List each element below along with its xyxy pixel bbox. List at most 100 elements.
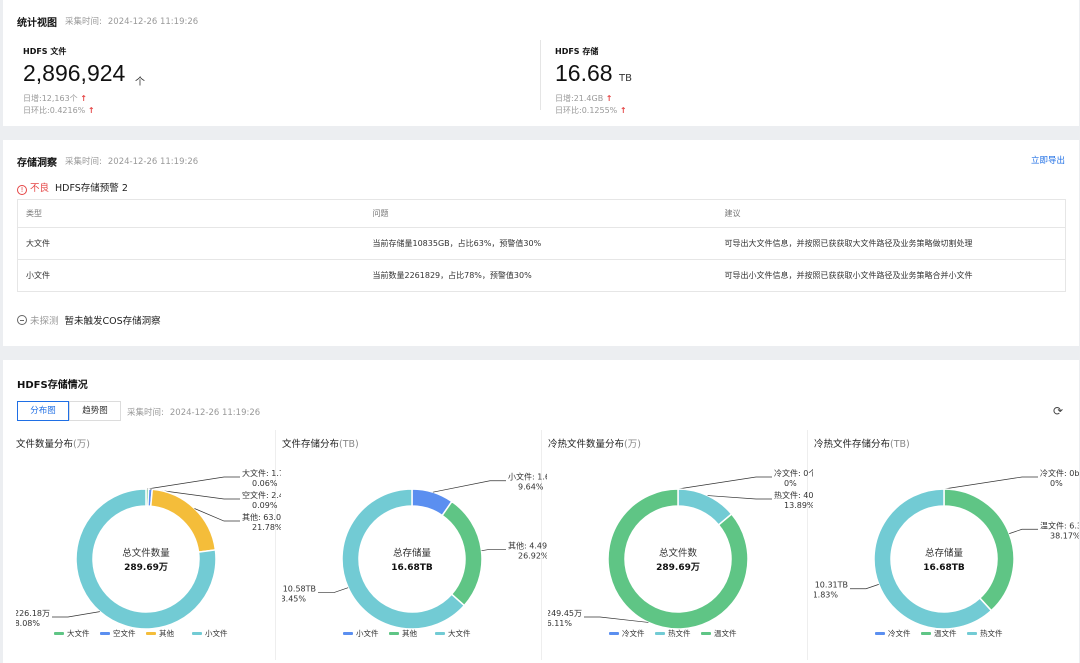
legend-item[interactable]: 小文件 [343, 628, 379, 638]
hdfs-timestamp: 采集时间: 2024-12-26 11:19:26 [127, 408, 261, 418]
legend-swatch [389, 632, 399, 635]
legend-item[interactable]: 其他 [389, 628, 417, 638]
legend-label: 其他 [402, 628, 417, 638]
legend-swatch [655, 632, 665, 635]
legend-swatch [967, 632, 977, 635]
minus-circle-icon [17, 315, 27, 325]
legend-item[interactable]: 小文件 [192, 628, 228, 638]
hdfs-files-unit: 个 [135, 77, 145, 88]
up-arrow-icon: ↑ [605, 94, 613, 103]
refresh-icon[interactable]: ⟳ [1053, 404, 1063, 418]
cos-insight-line: 未探测 暂未触发COS存储洞察 [17, 313, 161, 327]
legend-item[interactable]: 温文件 [701, 628, 737, 638]
legend-item[interactable]: 热文件 [967, 628, 1003, 638]
legend-label: 热文件 [980, 628, 1003, 638]
legend-swatch [875, 632, 885, 635]
slice-label-value: 其他: 4.49TB [508, 540, 547, 550]
slice-label-percent: 38.17% [1050, 531, 1079, 540]
donut-slice[interactable] [677, 488, 733, 526]
legend-label: 空文件 [113, 628, 136, 638]
cell-issue: 当前数量2261829，占比78%，预警值30% [364, 259, 717, 292]
slice-label-percent: 0.06% [252, 479, 278, 488]
warning-line: ! 不良 HDFS存储预警 2 [17, 180, 128, 195]
legend-swatch [192, 632, 202, 635]
donut-center-label: 总存储量 [393, 547, 432, 559]
label-leader-line [318, 587, 349, 593]
chart-hotcold-count: 冷文件: 0个0% 热文件: 40.24万13.89% 温文件: 249.45万86… [548, 432, 813, 657]
chart-hotcold-storage: 冷文件: 0byte0% 温文件: 6.37TB38.17% 热文件: 10.31T… [814, 432, 1079, 657]
donut-center-value: 16.68TB [391, 563, 433, 573]
tab-distribution[interactable]: 分布图 [17, 401, 69, 421]
table-row: 大文件 当前存储量10835GB，占比63%，预警值30% 可导出大文件信息，并… [17, 227, 1066, 260]
legend-item[interactable]: 热文件 [655, 628, 691, 638]
chart-file-storage: 小文件: 1.61TB9.64% 其他: 4.49TB26.92% 大文件: 10.… [282, 432, 547, 657]
slice-label-value: 冷文件: 0byte [1040, 468, 1079, 478]
hdfs-files-value: 2,896,924 [23, 60, 126, 86]
hdfs-storage-card: HDFS存储情况 分布图 趋势图 采集时间: 2024-12-26 11:19:2… [3, 360, 1079, 663]
label-leader-line [943, 476, 1038, 490]
donut-center-value: 16.68TB [923, 563, 965, 573]
donut-center-value: 289.69万 [124, 562, 168, 573]
legend-item[interactable]: 空文件 [100, 628, 136, 638]
legend-item[interactable]: 温文件 [921, 628, 957, 638]
overview-divider [540, 40, 541, 110]
donut-slice[interactable] [441, 500, 483, 607]
tab-trend[interactable]: 趋势图 [69, 401, 121, 421]
chart-title: 文件存储分布(TB) [282, 439, 359, 450]
hdfs-files-label: HDFS 文件 [23, 47, 67, 56]
legend-label: 冷文件 [622, 628, 645, 638]
legend-label: 温文件 [934, 628, 957, 638]
hdfs-files-daily-inc: 日增:12,163个 ↑ [23, 94, 87, 103]
legend-swatch [921, 632, 931, 635]
column-header-issue: 问题 [364, 199, 717, 228]
view-tabs: 分布图 趋势图 [17, 401, 121, 421]
legend-item[interactable]: 大文件 [435, 628, 471, 638]
donut-slice[interactable] [149, 488, 217, 553]
overview-title: 统计视图 [17, 18, 57, 29]
chart-title: 冷热文件数量分布(万) [548, 439, 641, 450]
slice-label-percent: 0% [784, 479, 797, 488]
slice-label-value: 温文件: 249.45万 [548, 608, 582, 618]
insight-title: 存储洞察 [17, 158, 57, 169]
slice-label-value: 小文件: 226.18万 [16, 608, 50, 618]
export-link[interactable]: 立即导出 [1031, 154, 1065, 166]
label-leader-line [850, 584, 879, 590]
chart-title: 冷热文件存储分布(TB) [814, 439, 910, 450]
chart-title: 文件数量分布(万) [16, 439, 90, 450]
cell-suggestion: 可导出小文件信息，并按照已获获取小文件路径及业务策略合并小文件 [716, 259, 1066, 292]
legend-item[interactable]: 大文件 [54, 628, 90, 638]
slice-label-percent: 0% [1050, 479, 1063, 488]
slice-label-percent: 86.11% [548, 619, 572, 628]
warning-status: 不良 [30, 183, 50, 194]
hdfs-storage-title: HDFS存储情况 [17, 380, 88, 391]
cell-type: 大文件 [17, 227, 365, 260]
alert-circle-icon: ! [17, 185, 27, 195]
cell-issue: 当前存储量10835GB，占比63%，预警值30% [364, 227, 717, 260]
slice-label-value: 热文件: 40.24万 [774, 490, 813, 500]
up-arrow-icon: ↑ [619, 106, 627, 115]
legend-item[interactable]: 冷文件 [875, 628, 911, 638]
legend-label: 大文件 [67, 628, 90, 638]
cell-type: 小文件 [17, 259, 365, 292]
legend-label: 小文件 [356, 628, 379, 638]
cell-suggestion: 可导出大文件信息，并按照已获获取大文件路径及业务策略做切割处理 [716, 227, 1066, 260]
slice-label-value: 热文件: 10.31TB [814, 580, 848, 590]
legend-swatch [54, 632, 64, 635]
column-header-type: 类型 [17, 199, 365, 228]
donut-center-label: 总存储量 [925, 547, 964, 559]
slice-label-value: 大文件: 10.58TB [282, 584, 316, 594]
label-leader-line [677, 476, 772, 490]
hdfs-storage-unit: TB [619, 73, 632, 84]
legend-label: 大文件 [448, 628, 471, 638]
legend-item[interactable]: 冷文件 [609, 628, 645, 638]
slice-label-value: 其他: 63.09万 [242, 512, 281, 522]
label-leader-line [147, 476, 240, 490]
legend-swatch [701, 632, 711, 635]
slice-label-value: 温文件: 6.37TB [1040, 520, 1079, 530]
warning-text: HDFS存储预警 2 [55, 183, 128, 194]
legend-swatch [609, 632, 619, 635]
slice-label-percent: 63.45% [282, 595, 306, 604]
legend-swatch [146, 632, 156, 635]
donut-center-label: 总文件数量 [122, 547, 170, 559]
slice-label-percent: 61.83% [814, 591, 838, 600]
